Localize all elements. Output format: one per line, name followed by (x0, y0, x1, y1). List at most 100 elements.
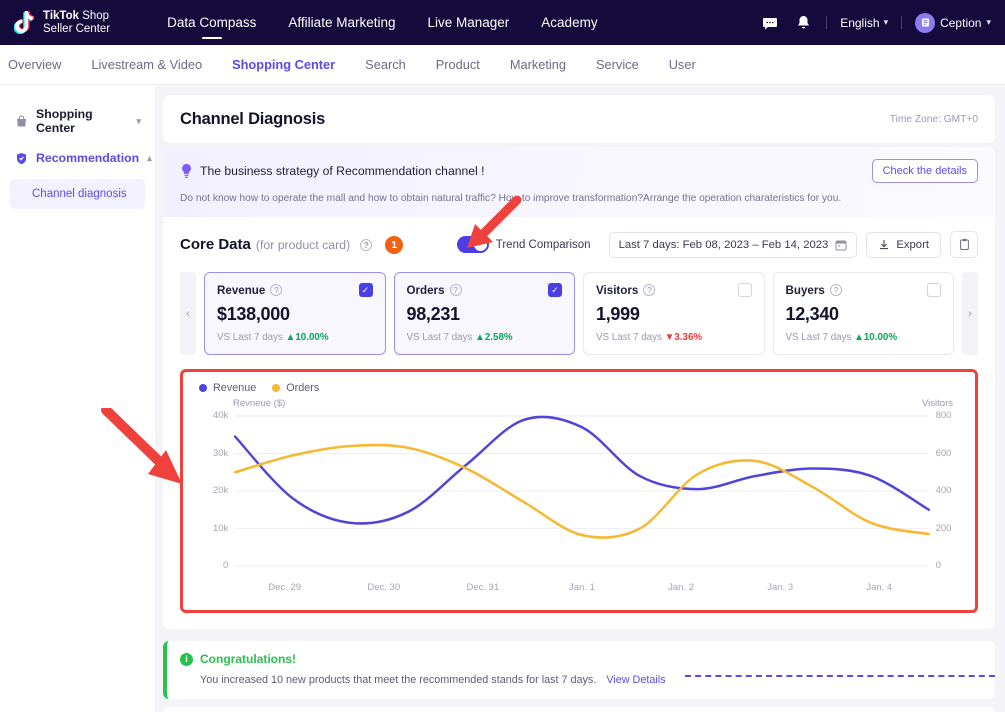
metric-value: 1,999 (596, 304, 752, 325)
chart-legend: Revenue Orders (191, 382, 967, 394)
help-icon[interactable]: ? (360, 239, 372, 251)
chart-y2-axis-title: Visitors (922, 398, 953, 409)
core-data-title: Core Data (180, 236, 251, 253)
tab-shopping-center[interactable]: Shopping Center (232, 57, 335, 72)
avatar (915, 13, 935, 33)
download-icon (878, 239, 890, 251)
metric-card-orders[interactable]: Orders ? ✓ 98,231 VS Last 7 days ▲2.58% (394, 272, 576, 355)
trend-comparison-toggle[interactable] (457, 236, 489, 253)
metric-card-list: ‹ Revenue ? ✓ $138,000 VS Last 7 days ▲1… (180, 272, 978, 355)
sidebar-item-channel-diagnosis[interactable]: Channel diagnosis (10, 179, 145, 209)
congratulations-body: You increased 10 new products that meet … (200, 674, 596, 686)
message-icon[interactable] (760, 13, 780, 33)
clipboard-icon (958, 238, 971, 251)
view-details-link[interactable]: View Details (606, 674, 665, 686)
info-icon: i (180, 653, 193, 666)
metric-delta-value: ▲2.58% (475, 332, 512, 343)
metric-checkbox[interactable] (738, 283, 752, 297)
tab-search[interactable]: Search (365, 57, 406, 72)
metric-delta-prefix: VS Last 7 days (596, 332, 662, 343)
strategy-banner-subtitle: Do not know how to operate the mall and … (180, 193, 978, 204)
sidebar-item-shopping-center[interactable]: Shopping Center ▾ (0, 99, 155, 143)
tab-service[interactable]: Service (596, 57, 639, 72)
metric-delta: VS Last 7 days ▼3.36% (596, 332, 752, 343)
metric-checkbox[interactable] (927, 283, 941, 297)
brand-name-bold: TikTok (43, 10, 79, 22)
chart-svg (191, 398, 967, 606)
metric-name: Orders (407, 284, 445, 297)
metric-delta-prefix: VS Last 7 days (786, 332, 852, 343)
legend-item-revenue[interactable]: Revenue (199, 382, 256, 394)
page-header: Channel Diagnosis Time Zone: GMT+0 (163, 95, 995, 143)
tab-overview[interactable]: Overview (8, 57, 61, 72)
brand-subtitle: Seller Center (43, 23, 110, 36)
metric-delta-value: ▲10.00% (286, 332, 329, 343)
legend-item-orders[interactable]: Orders (272, 382, 319, 394)
page-title: Channel Diagnosis (180, 110, 325, 129)
metric-delta-prefix: VS Last 7 days (217, 332, 283, 343)
brand-text: TikTok Shop Seller Center (43, 10, 110, 36)
metrics-next-button[interactable]: › (962, 272, 978, 355)
clipboard-button[interactable] (950, 231, 978, 258)
language-selector[interactable]: English ▾ (840, 16, 888, 30)
main-nav-item-live-manager[interactable]: Live Manager (427, 11, 509, 34)
metric-name: Buyers (786, 284, 825, 297)
tab-livestream-video[interactable]: Livestream & Video (91, 57, 202, 72)
export-label: Export (896, 239, 929, 251)
help-icon[interactable]: ? (450, 284, 462, 296)
date-range-value: Last 7 days: Feb 08, 2023 – Feb 14, 2023 (619, 239, 829, 251)
core-data-toolbar: Core Data (for product card) ? 1 Trend C… (180, 231, 978, 258)
trend-chart-container: Revenue Orders Revneue ($) Visitors 010k… (180, 369, 978, 613)
brand-logo[interactable]: TikTok Shop Seller Center (14, 10, 110, 36)
tiktok-note-icon (14, 11, 36, 35)
metrics-prev-button[interactable]: ‹ (180, 272, 196, 355)
legend-label: Revenue (213, 382, 256, 394)
divider (826, 16, 827, 29)
page-shell: Shopping Center ▾ Recommendation ▴ Chann… (0, 85, 1005, 712)
tab-product[interactable]: Product (436, 57, 480, 72)
timezone-label: Time Zone: GMT+0 (890, 114, 978, 125)
help-icon[interactable]: ? (830, 284, 842, 296)
metric-card-buyers[interactable]: Buyers ? 12,340 VS Last 7 days ▲10.00% (773, 272, 955, 355)
bell-icon[interactable] (793, 13, 813, 33)
bag-icon (14, 114, 28, 128)
check-the-details-button[interactable]: Check the details (872, 159, 978, 183)
chart-plot-area: Revneue ($) Visitors 010k20k30k40k 02004… (191, 398, 967, 606)
metric-card-visitors[interactable]: Visitors ? 1,999 VS Last 7 days ▼3.36% (583, 272, 765, 355)
chevron-down-icon: ▾ (986, 17, 991, 28)
shield-icon (14, 151, 28, 165)
sidebar-item-recommendation[interactable]: Recommendation ▴ (0, 143, 155, 173)
divider (901, 16, 902, 29)
dashed-annotation-line (685, 675, 995, 677)
sidebar-item-label: Recommendation (36, 151, 139, 165)
metric-name: Visitors (596, 284, 638, 297)
user-menu[interactable]: Ception ▾ (915, 13, 991, 33)
chevron-up-icon[interactable]: ▴ (147, 153, 152, 164)
top-right-actions: English ▾ Ception ▾ (760, 13, 991, 33)
tab-marketing[interactable]: Marketing (510, 57, 566, 72)
congratulations-title: Congratulations! (200, 652, 296, 666)
core-data-panel: Core Data (for product card) ? 1 Trend C… (163, 217, 995, 629)
brand-name-rest: Shop (79, 10, 109, 22)
main-nav-item-academy[interactable]: Academy (541, 11, 597, 34)
metric-value: 12,340 (786, 304, 942, 325)
main-content: Channel Diagnosis Time Zone: GMT+0 The b… (155, 85, 1005, 712)
chart-y-axis-title: Revneue ($) (233, 398, 285, 409)
metric-checkbox[interactable]: ✓ (359, 283, 373, 297)
metric-card-revenue[interactable]: Revenue ? ✓ $138,000 VS Last 7 days ▲10.… (204, 272, 386, 355)
date-range-picker[interactable]: Last 7 days: Feb 08, 2023 – Feb 14, 2023 (609, 232, 858, 258)
chevron-down-icon[interactable]: ▾ (136, 116, 141, 127)
tab-user[interactable]: User (669, 57, 696, 72)
main-nav-item-data-compass[interactable]: Data Compass (167, 11, 256, 34)
main-nav-item-affiliate-marketing[interactable]: Affiliate Marketing (288, 11, 395, 34)
help-icon[interactable]: ? (643, 284, 655, 296)
export-button[interactable]: Export (866, 232, 941, 258)
user-name: Ception (940, 16, 981, 30)
trend-comparison-label: Trend Comparison (496, 239, 591, 251)
metric-checkbox[interactable]: ✓ (548, 283, 562, 297)
metric-delta: VS Last 7 days ▲2.58% (407, 332, 563, 343)
help-icon[interactable]: ? (270, 284, 282, 296)
metric-value: $138,000 (217, 304, 373, 325)
strategy-banner: The business strategy of Recommendation … (163, 147, 995, 217)
lightbulb-icon (180, 164, 193, 179)
